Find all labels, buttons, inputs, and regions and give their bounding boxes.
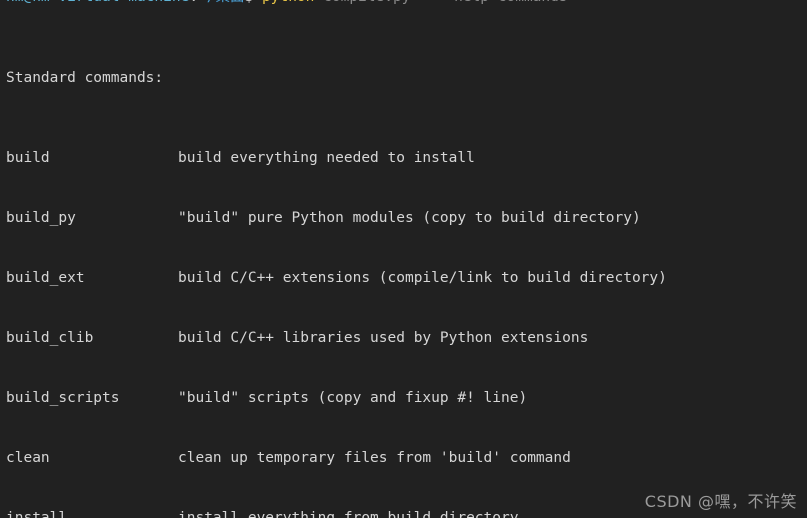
command-name: build_scripts	[6, 390, 120, 406]
command-name: clean	[6, 450, 50, 466]
standard-commands-heading: Standard commands:	[6, 70, 164, 86]
command-name: build_clib	[6, 330, 94, 346]
command-row: build build everything needed to install	[6, 148, 667, 168]
command-row: build_scripts "build" scripts (copy and f…	[6, 388, 667, 408]
prompt-python-command: python	[262, 0, 314, 5]
command-row: install install everything from build dir…	[6, 508, 667, 518]
command-name: build	[6, 150, 50, 166]
command-row: build_clib build C/C++ libraries used by …	[6, 328, 667, 348]
prompt-user-host: hm@hm-virtual-machine	[6, 0, 189, 5]
command-description: clean up temporary files from 'build' co…	[178, 450, 571, 466]
command-description: install everything from build directory	[178, 510, 519, 518]
terminal-window[interactable]: hm@hm-virtual-machine:~/桌面$ python compi…	[0, 0, 807, 518]
command-name: install	[6, 510, 68, 518]
command-name: build_ext	[6, 270, 85, 286]
prompt-space-2	[410, 0, 436, 5]
prompt-space-1	[314, 0, 323, 5]
terminal-output: Standard commands: build build everything…	[6, 8, 667, 518]
prompt-flag: --help-commands	[437, 0, 568, 5]
command-description: "build" scripts (copy and fixup #! line)	[178, 390, 528, 406]
prompt-dollar: $	[245, 0, 262, 5]
command-description: build C/C++ libraries used by Python ext…	[178, 330, 589, 346]
csdn-watermark: CSDN @嘿，不许笑	[644, 492, 797, 511]
prompt-script-name: compile.py	[323, 0, 410, 5]
command-name: build_py	[6, 210, 76, 226]
prompt-separator: :	[189, 0, 198, 5]
command-description: "build" pure Python modules (copy to bui…	[178, 210, 641, 226]
command-description: build everything needed to install	[178, 150, 475, 166]
command-description: build C/C++ extensions (compile/link to …	[178, 270, 667, 286]
command-row: clean clean up temporary files from 'buil…	[6, 448, 667, 468]
command-row: build_py "build" pure Python modules (cop…	[6, 208, 667, 228]
shell-prompt-line: hm@hm-virtual-machine:~/桌面$ python compi…	[6, 0, 568, 7]
command-row: build_ext build C/C++ extensions (compile…	[6, 268, 667, 288]
prompt-path: ~/桌面	[198, 0, 244, 5]
